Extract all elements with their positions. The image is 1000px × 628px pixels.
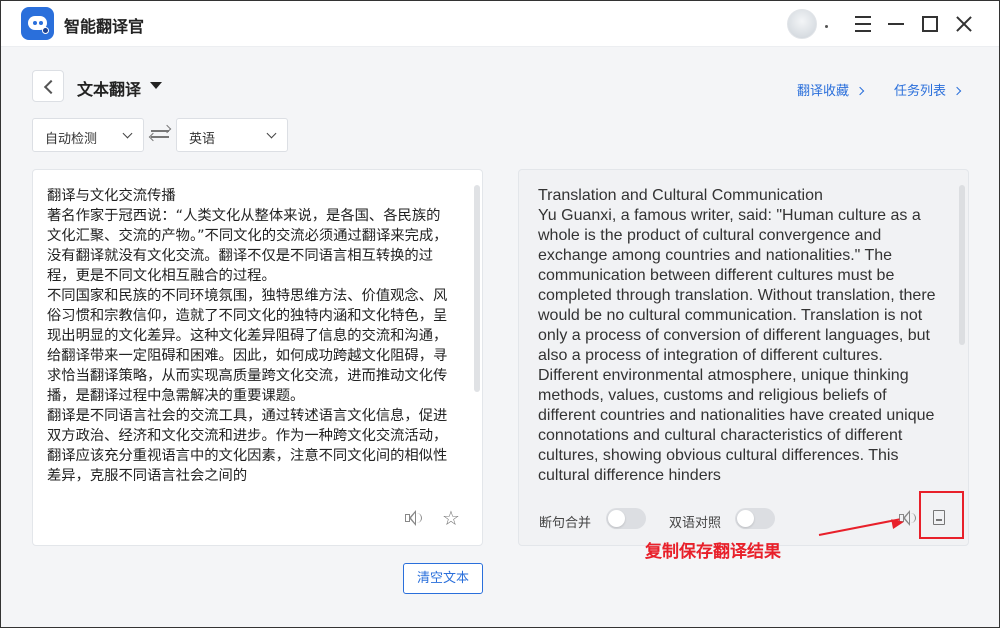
chevron-right-icon: [952, 86, 962, 96]
sentence-merge-toggle[interactable]: [606, 508, 646, 529]
source-text-input[interactable]: 翻译与文化交流传播 著名作家于冠西说：“人类文化从整体来说，是各国、各民族的文化…: [47, 186, 452, 492]
target-scrollbar[interactable]: [959, 185, 965, 345]
source-language-value: 自动检测: [45, 132, 98, 147]
source-panel: 翻译与文化交流传播 著名作家于冠西说：“人类文化从整体来说，是各国、各民族的文化…: [32, 169, 483, 546]
caret-down-icon[interactable]: [150, 82, 162, 89]
app-title: 智能翻译官: [64, 17, 145, 36]
app-window: 智能翻译官 文本翻译 翻译收藏 任务列表 自动检测 英语 翻译与文化交流传播 著…: [0, 0, 1000, 628]
chevron-right-icon: [855, 86, 865, 96]
highlight-box: [919, 491, 964, 539]
chevron-down-icon: [266, 128, 277, 139]
translation-output: Translation and Cultural Communication Y…: [538, 187, 936, 484]
favorites-link-label: 翻译收藏: [797, 84, 850, 99]
maximize-icon[interactable]: [919, 13, 941, 35]
title-bar: 智能翻译官: [1, 1, 999, 47]
chevron-down-icon: [122, 128, 133, 139]
source-language-select[interactable]: 自动检测: [32, 118, 144, 152]
bilingual-label: 双语对照: [669, 516, 722, 531]
target-language-value: 英语: [189, 132, 216, 147]
star-icon[interactable]: ☆: [442, 508, 462, 528]
swap-languages-icon[interactable]: [148, 124, 172, 143]
close-icon[interactable]: [953, 13, 975, 35]
menu-icon[interactable]: [852, 13, 874, 35]
source-scrollbar[interactable]: [474, 185, 480, 392]
task-list-link-label: 任务列表: [894, 84, 947, 99]
avatar[interactable]: [787, 9, 817, 39]
bilingual-toggle[interactable]: [735, 508, 775, 529]
page-title[interactable]: 文本翻译: [77, 76, 141, 100]
annotation-text: 复制保存翻译结果: [645, 542, 781, 562]
target-panel: Translation and Cultural Communication Y…: [518, 169, 969, 546]
target-language-select[interactable]: 英语: [176, 118, 288, 152]
minimize-icon[interactable]: [885, 13, 907, 35]
chat-bubble-icon: [21, 7, 54, 40]
back-button[interactable]: [32, 70, 64, 102]
sentence-merge-label: 断句合并: [539, 516, 592, 531]
favorites-link[interactable]: 翻译收藏: [797, 80, 865, 99]
speaker-icon[interactable]: [403, 508, 423, 528]
clear-text-button[interactable]: 清空文本: [403, 563, 483, 594]
account-status-dot: [825, 25, 828, 28]
task-list-link[interactable]: 任务列表: [894, 80, 962, 99]
